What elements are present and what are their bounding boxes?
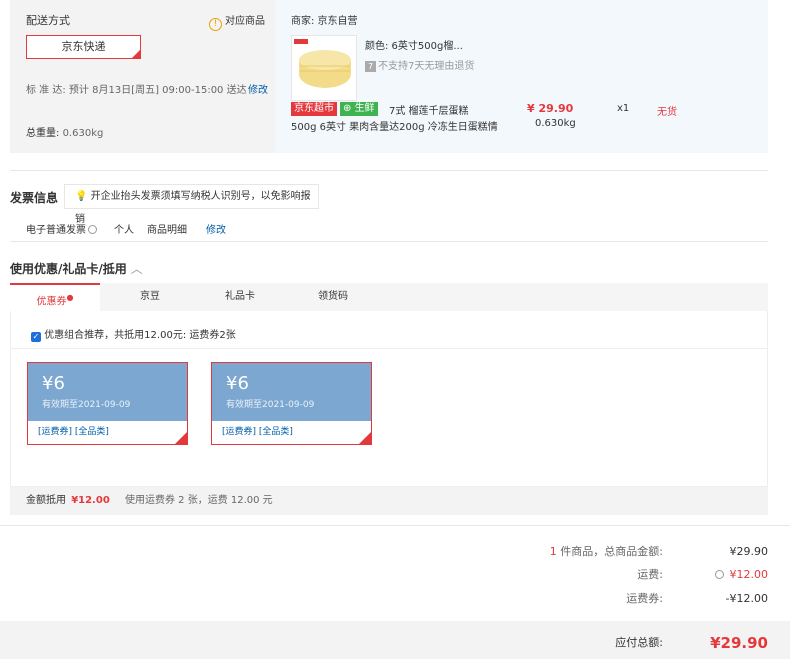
merchant-label: 商家: 京东自营 xyxy=(291,16,358,27)
warning-icon: ! xyxy=(209,18,222,31)
deduct-desc: 使用运费券 2 张，运费 12.00 元 xyxy=(124,495,273,506)
coupon-section-toggle[interactable]: 使用优惠/礼品卡/抵用 ︿ xyxy=(10,260,143,277)
shipping-modify-link[interactable]: 修改 xyxy=(248,81,268,96)
total-weight: 总重量: 0.630kg xyxy=(26,128,104,139)
invoice-content: 商品明细 xyxy=(147,225,187,236)
coupon-expiry: 有效期至2021-09-09 xyxy=(226,400,315,410)
tab-coupons[interactable]: 优惠券● xyxy=(10,283,100,311)
product-price: ¥ 29.90 xyxy=(527,102,574,115)
divider xyxy=(11,348,767,349)
divider xyxy=(0,525,790,526)
shipping-title: 配送方式 xyxy=(26,14,70,27)
no-return-icon: 7 xyxy=(365,61,376,72)
deduction-bar: 金额抵用 ¥12.00 使用运费券 2 张，运费 12.00 元 xyxy=(10,487,768,515)
product-name-1[interactable]: 7式 榴莲千层蛋糕 xyxy=(389,102,469,117)
cake-image-icon xyxy=(294,39,351,88)
express-option-button[interactable]: 京东快递 xyxy=(26,35,141,59)
selected-check-icon xyxy=(359,432,371,444)
chevron-up-icon: ︿ xyxy=(130,262,143,276)
coupon-expiry: 有效期至2021-09-09 xyxy=(42,400,131,410)
tab-giftcard[interactable]: 礼品卡 xyxy=(195,283,285,311)
coupon-amount: ¥6 xyxy=(42,373,65,394)
payable-amount: ¥29.90 xyxy=(710,634,768,652)
product-spec: 颜色: 6英寸500g榴... xyxy=(365,41,463,52)
coupon-area: ✓ 优惠组合推荐，共抵用12.00元: 运费券2张 ¥6 有效期至2021-09… xyxy=(10,311,768,487)
summary-items: 1 件商品，总商品金额: ¥29.90 xyxy=(549,545,768,558)
bulb-icon: 💡 xyxy=(75,191,88,202)
coupon-tabs: 优惠券● 京豆 礼品卡 领货码 xyxy=(10,283,768,311)
selected-corner-icon xyxy=(132,50,140,58)
product-name-2[interactable]: 500g 6英寸 果肉含量达200g 冷冻生日蛋糕情 xyxy=(291,118,498,133)
tab-jingdou[interactable]: 京豆 xyxy=(105,283,195,311)
deduct-amount: ¥12.00 xyxy=(71,495,110,506)
selected-check-icon xyxy=(175,432,187,444)
coupon-tags: [运费券] [全品类] xyxy=(38,427,109,437)
no-return-note: 7 不支持7天无理由退货 xyxy=(365,57,474,72)
invoice-type: 电子普通发票 xyxy=(26,221,97,236)
coupon-card[interactable]: ¥6 有效期至2021-09-09 [运费券] [全品类] xyxy=(27,362,188,445)
invoice-holder: 个人 xyxy=(114,225,134,236)
product-tags: 京东超市 ⊕ 生鲜 xyxy=(291,101,378,116)
divider xyxy=(10,241,768,242)
product-image[interactable] xyxy=(291,35,357,101)
recommend-checkbox[interactable]: ✓ xyxy=(31,332,41,342)
jd-supermarket-badge: 京东超市 xyxy=(291,102,337,116)
coupon-amount: ¥6 xyxy=(226,373,249,394)
invoice-tooltip: 💡 开企业抬头发票须填写纳税人识别号，以免影响报销 xyxy=(64,184,319,225)
standard-delivery: 标 准 达: 预计 8月13日[周五] 09:00-15:00 送达 xyxy=(26,85,247,96)
divider xyxy=(10,170,768,171)
coupon-tags: [运费券] [全品类] xyxy=(222,427,293,437)
product-weight: 0.630kg xyxy=(535,118,576,129)
info-icon[interactable] xyxy=(714,570,724,579)
related-products-link[interactable]: ! 对应商品 xyxy=(209,12,265,31)
coupon-card[interactable]: ¥6 有效期至2021-09-09 [运费券] [全品类] xyxy=(211,362,372,445)
recommend-row: ✓ 优惠组合推荐，共抵用12.00元: 运费券2张 xyxy=(31,330,236,342)
help-icon[interactable] xyxy=(88,225,97,234)
invoice-title: 发票信息 xyxy=(10,191,59,205)
product-qty: x1 xyxy=(617,103,630,114)
tab-redeem-code[interactable]: 领货码 xyxy=(288,283,378,311)
stock-status: 无货 xyxy=(657,107,677,118)
summary-shipping: 运费: ¥12.00 xyxy=(637,568,768,581)
invoice-modify-link[interactable]: 修改 xyxy=(206,221,226,236)
fresh-badge: ⊕ 生鲜 xyxy=(340,102,378,116)
payable-row: 应付总额: ¥29.90 xyxy=(615,634,768,652)
summary-coupon: 运费券: -¥12.00 xyxy=(626,592,768,605)
